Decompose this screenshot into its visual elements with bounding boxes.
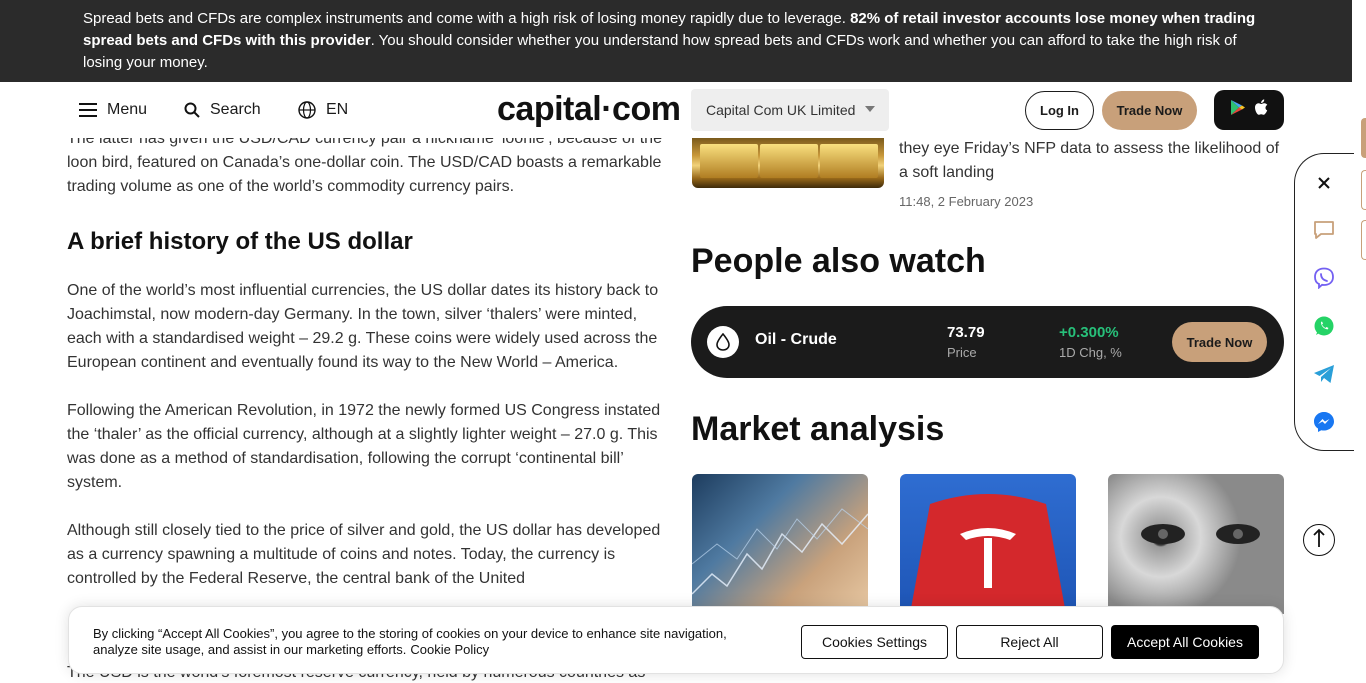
- price-label: Price: [947, 345, 977, 360]
- chevron-down-icon: [865, 106, 875, 112]
- side-tab[interactable]: [1361, 118, 1366, 158]
- site-logo[interactable]: capital·com: [497, 90, 681, 129]
- arrow-up-icon: [1312, 528, 1326, 553]
- article-heading: A brief history of the US dollar: [67, 228, 413, 255]
- app-stores-button[interactable]: [1214, 90, 1284, 130]
- change-label: 1D Chg, %: [1059, 345, 1122, 360]
- chat-icon[interactable]: [1312, 218, 1336, 242]
- watch-item-card[interactable]: Oil - Crude 73.79 Price +0.300% 1D Chg, …: [691, 306, 1284, 378]
- article-paragraph: Following the American Revolution, in 19…: [67, 402, 661, 491]
- side-tab[interactable]: [1361, 170, 1366, 210]
- instrument-change: +0.300%: [1059, 324, 1119, 341]
- side-tab[interactable]: [1361, 220, 1366, 260]
- article-paragraph: One of the world’s most influential curr…: [67, 282, 659, 371]
- menu-label: Menu: [107, 101, 148, 118]
- reject-all-button[interactable]: Reject All: [956, 625, 1103, 659]
- news-timestamp: 11:48, 2 February 2023: [899, 194, 1034, 209]
- article-paragraph: Although still closely tied to the price…: [67, 522, 661, 587]
- viber-icon[interactable]: [1312, 266, 1336, 290]
- entity-select[interactable]: Capital Com UK Limited: [691, 89, 889, 131]
- language-selector[interactable]: EN: [298, 82, 348, 138]
- scroll-to-top-button[interactable]: [1303, 524, 1335, 556]
- whatsapp-icon[interactable]: [1312, 314, 1336, 338]
- language-label: EN: [326, 101, 349, 118]
- article-body: The latter has given the USD/CAD currenc…: [67, 127, 663, 615]
- market-analysis-heading: Market analysis: [691, 410, 945, 448]
- trade-now-button[interactable]: Trade Now: [1172, 322, 1267, 362]
- google-play-icon: [1230, 99, 1246, 121]
- apple-icon: [1254, 99, 1268, 121]
- menu-button[interactable]: Menu: [79, 82, 147, 138]
- menu-icon: [79, 103, 97, 117]
- login-button[interactable]: Log In: [1025, 91, 1094, 130]
- cookie-policy-link[interactable]: Cookie Policy: [410, 642, 489, 657]
- share-panel: [1294, 153, 1354, 451]
- cookie-consent-bar: By clicking “Accept All Cookies”, you ag…: [68, 606, 1284, 674]
- cookie-text-block: By clicking “Accept All Cookies”, you ag…: [93, 626, 773, 658]
- risk-text-before: Spread bets and CFDs are complex instrum…: [83, 10, 851, 27]
- drop-icon: [707, 326, 739, 358]
- news-thumbnail-gold[interactable]: [692, 138, 884, 188]
- search-label: Search: [210, 101, 261, 118]
- analysis-thumbnail-tesla[interactable]: [900, 474, 1076, 614]
- messenger-icon[interactable]: [1312, 410, 1336, 434]
- people-also-watch-heading: People also watch: [691, 242, 986, 280]
- risk-warning-banner: Spread bets and CFDs are complex instrum…: [0, 0, 1352, 82]
- instrument-price: 73.79: [947, 324, 985, 341]
- close-icon[interactable]: [1312, 171, 1336, 195]
- site-header: Menu Search EN capital·com Capital Com U…: [0, 82, 1352, 138]
- news-headline[interactable]: they eye Friday’s NFP data to assess the…: [899, 137, 1289, 185]
- search-icon: [184, 102, 200, 118]
- telegram-icon[interactable]: [1312, 362, 1336, 386]
- trade-now-header-button[interactable]: Trade Now: [1102, 91, 1197, 130]
- globe-icon: [298, 101, 316, 119]
- search-button[interactable]: Search: [184, 82, 261, 138]
- analysis-thumbnail-chart[interactable]: [692, 474, 868, 614]
- cookies-settings-button[interactable]: Cookies Settings: [801, 625, 948, 659]
- instrument-name: Oil - Crude: [755, 331, 837, 348]
- entity-selected-value: Capital Com UK Limited: [706, 102, 856, 118]
- analysis-thumbnail-dollar[interactable]: [1108, 474, 1284, 614]
- accept-all-cookies-button[interactable]: Accept All Cookies: [1111, 625, 1259, 659]
